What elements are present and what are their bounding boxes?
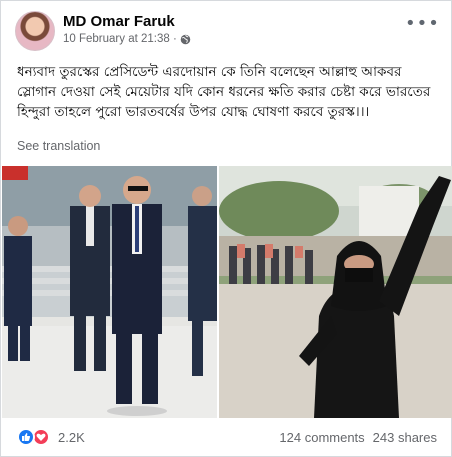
facebook-post-card: MD Omar Faruk 10 February at 21:38 · •••… (0, 0, 452, 457)
post-body-text: ধন্যবাদ তুরস্কের প্রেসিডেন্ট এরদোয়ান কে… (17, 64, 431, 120)
reaction-count: 2.2K (58, 429, 85, 445)
post-header: MD Omar Faruk 10 February at 21:38 · ••• (15, 11, 441, 55)
walking-men-illustration (2, 166, 217, 418)
woman-raising-arm-illustration (219, 166, 452, 418)
more-options-icon[interactable]: ••• (405, 15, 439, 37)
post-photo-right[interactable] (219, 166, 452, 418)
post-timestamp[interactable]: 10 February at 21:38 · (63, 33, 177, 45)
author-name[interactable]: MD Omar Faruk (63, 13, 175, 30)
author-avatar[interactable] (15, 11, 55, 51)
post-meta: 10 February at 21:38 · (63, 33, 191, 45)
globe-icon (180, 34, 191, 44)
comments-count-link[interactable]: 124 comments (279, 430, 364, 445)
shares-count-link[interactable]: 243 shares (373, 430, 437, 445)
reactions-summary[interactable]: 2.2K (17, 428, 85, 446)
like-reaction-icon (17, 428, 35, 446)
post-photo-left[interactable] (2, 166, 217, 418)
engagement-stats: 124 comments 243 shares (279, 430, 437, 445)
post-footer: 2.2K 124 comments 243 shares (17, 426, 437, 450)
see-translation-link[interactable]: See translation (17, 139, 100, 153)
